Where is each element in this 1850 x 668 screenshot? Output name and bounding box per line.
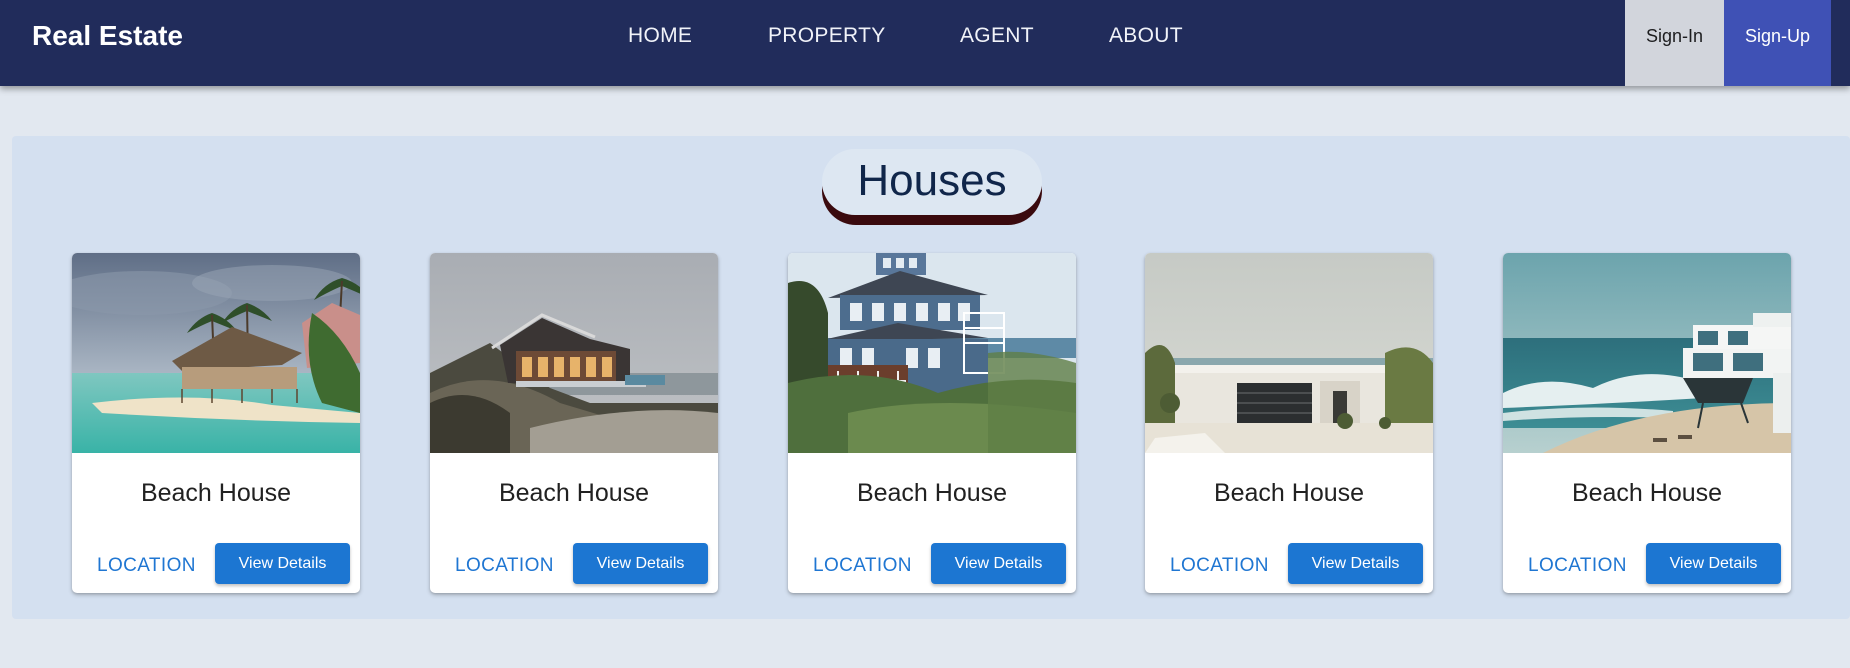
view-details-button[interactable]: View Details bbox=[215, 543, 350, 584]
property-image[interactable] bbox=[788, 253, 1076, 453]
section-title-pill: Houses bbox=[822, 149, 1042, 227]
property-title: Beach House bbox=[1571, 479, 1723, 507]
blue-victorian-beach-house-image bbox=[788, 253, 1076, 453]
view-details-button[interactable]: View Details bbox=[1288, 543, 1423, 584]
location-link[interactable]: LOCATION bbox=[97, 555, 196, 577]
white-modern-beach-house-image bbox=[1145, 253, 1433, 453]
property-card[interactable]: Beach House LOCATION View Details bbox=[72, 253, 360, 593]
nav-agent[interactable]: AGENT bbox=[960, 22, 1109, 50]
view-details-button[interactable]: View Details bbox=[573, 543, 708, 584]
dune-beach-house-image bbox=[430, 253, 718, 453]
sign-up-button[interactable]: Sign-Up bbox=[1724, 0, 1831, 86]
property-image[interactable] bbox=[1503, 253, 1791, 453]
property-title: Beach House bbox=[1213, 479, 1365, 507]
view-details-button[interactable]: View Details bbox=[1646, 543, 1781, 584]
location-link[interactable]: LOCATION bbox=[455, 555, 554, 577]
sign-in-button[interactable]: Sign-In bbox=[1625, 0, 1724, 86]
property-title: Beach House bbox=[498, 479, 650, 507]
nav-about[interactable]: ABOUT bbox=[1109, 22, 1199, 50]
location-link[interactable]: LOCATION bbox=[1170, 555, 1269, 577]
location-link[interactable]: LOCATION bbox=[1528, 555, 1627, 577]
nav-property[interactable]: PROPERTY bbox=[768, 22, 960, 50]
property-title: Beach House bbox=[140, 479, 292, 507]
property-card[interactable]: Beach House LOCATION View Details bbox=[430, 253, 718, 593]
property-card[interactable]: Beach House LOCATION View Details bbox=[788, 253, 1076, 593]
oceanfront-villa-waves-image bbox=[1503, 253, 1791, 453]
nav-home[interactable]: HOME bbox=[628, 22, 768, 50]
property-image[interactable] bbox=[1145, 253, 1433, 453]
section-title: Houses bbox=[822, 149, 1042, 215]
view-details-button[interactable]: View Details bbox=[931, 543, 1066, 584]
property-title: Beach House bbox=[856, 479, 1008, 507]
top-navbar: Real Estate HOME PROPERTY AGENT ABOUT Si… bbox=[0, 0, 1850, 86]
brand-logo-text[interactable]: Real Estate bbox=[32, 18, 183, 54]
property-card[interactable]: Beach House LOCATION View Details bbox=[1503, 253, 1791, 593]
main-nav: HOME PROPERTY AGENT ABOUT bbox=[628, 22, 1199, 50]
property-card[interactable]: Beach House LOCATION View Details bbox=[1145, 253, 1433, 593]
property-image[interactable] bbox=[72, 253, 360, 453]
location-link[interactable]: LOCATION bbox=[813, 555, 912, 577]
property-image[interactable] bbox=[430, 253, 718, 453]
tropical-beach-hut-image bbox=[72, 253, 360, 453]
